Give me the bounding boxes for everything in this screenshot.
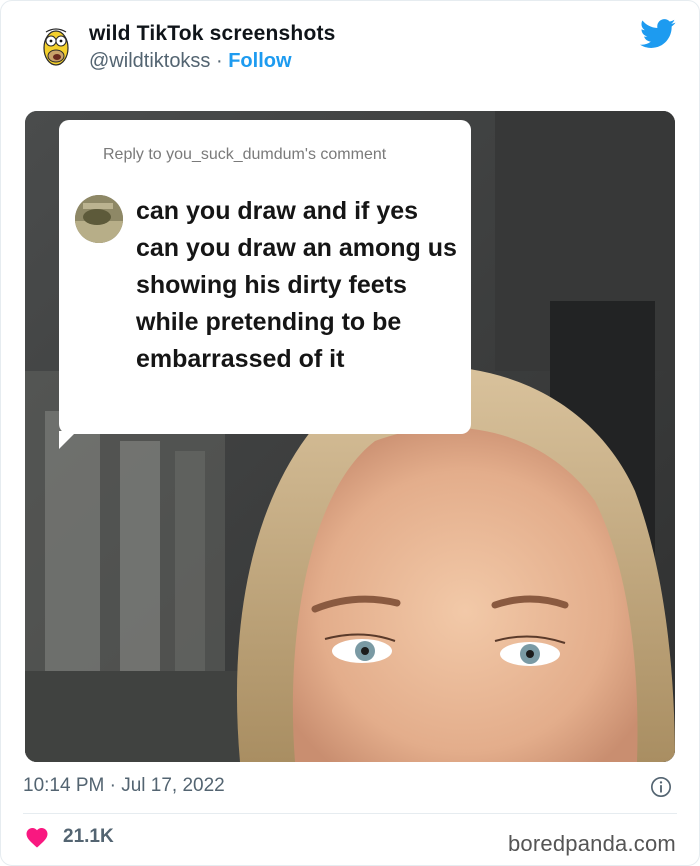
reply-to-label: Reply to you_suck_dumdum's comment [103,146,387,163]
author-name[interactable]: wild TikTok screenshots [89,22,336,46]
comment-text: can you draw and if yes can you draw an … [136,197,457,373]
bubble-tail [59,431,77,449]
commenter-avatar [75,195,123,243]
author-avatar[interactable] [34,24,82,72]
boredpanda-watermark: boredpanda.com [508,831,676,856]
tweet-timestamp[interactable]: 10:14 PM · Jul 17, 2022 [23,775,225,797]
twitter-bird-icon[interactable] [640,19,676,49]
footer-divider [23,813,677,814]
author-handle[interactable]: @wildtiktokss [89,50,210,72]
handle-separator: · [210,50,229,72]
tweet-header: wild TikTok screenshots @wildtiktokss · … [0,0,700,100]
info-icon[interactable] [650,776,672,798]
author-handle-row: @wildtiktokss · Follow [89,50,292,73]
like-count[interactable]: 21.1K [63,826,114,848]
tweet-media[interactable]: Reply to you_suck_dumdum's comment can y… [25,111,675,762]
heart-icon[interactable] [25,826,49,848]
follow-link[interactable]: Follow [228,50,291,72]
